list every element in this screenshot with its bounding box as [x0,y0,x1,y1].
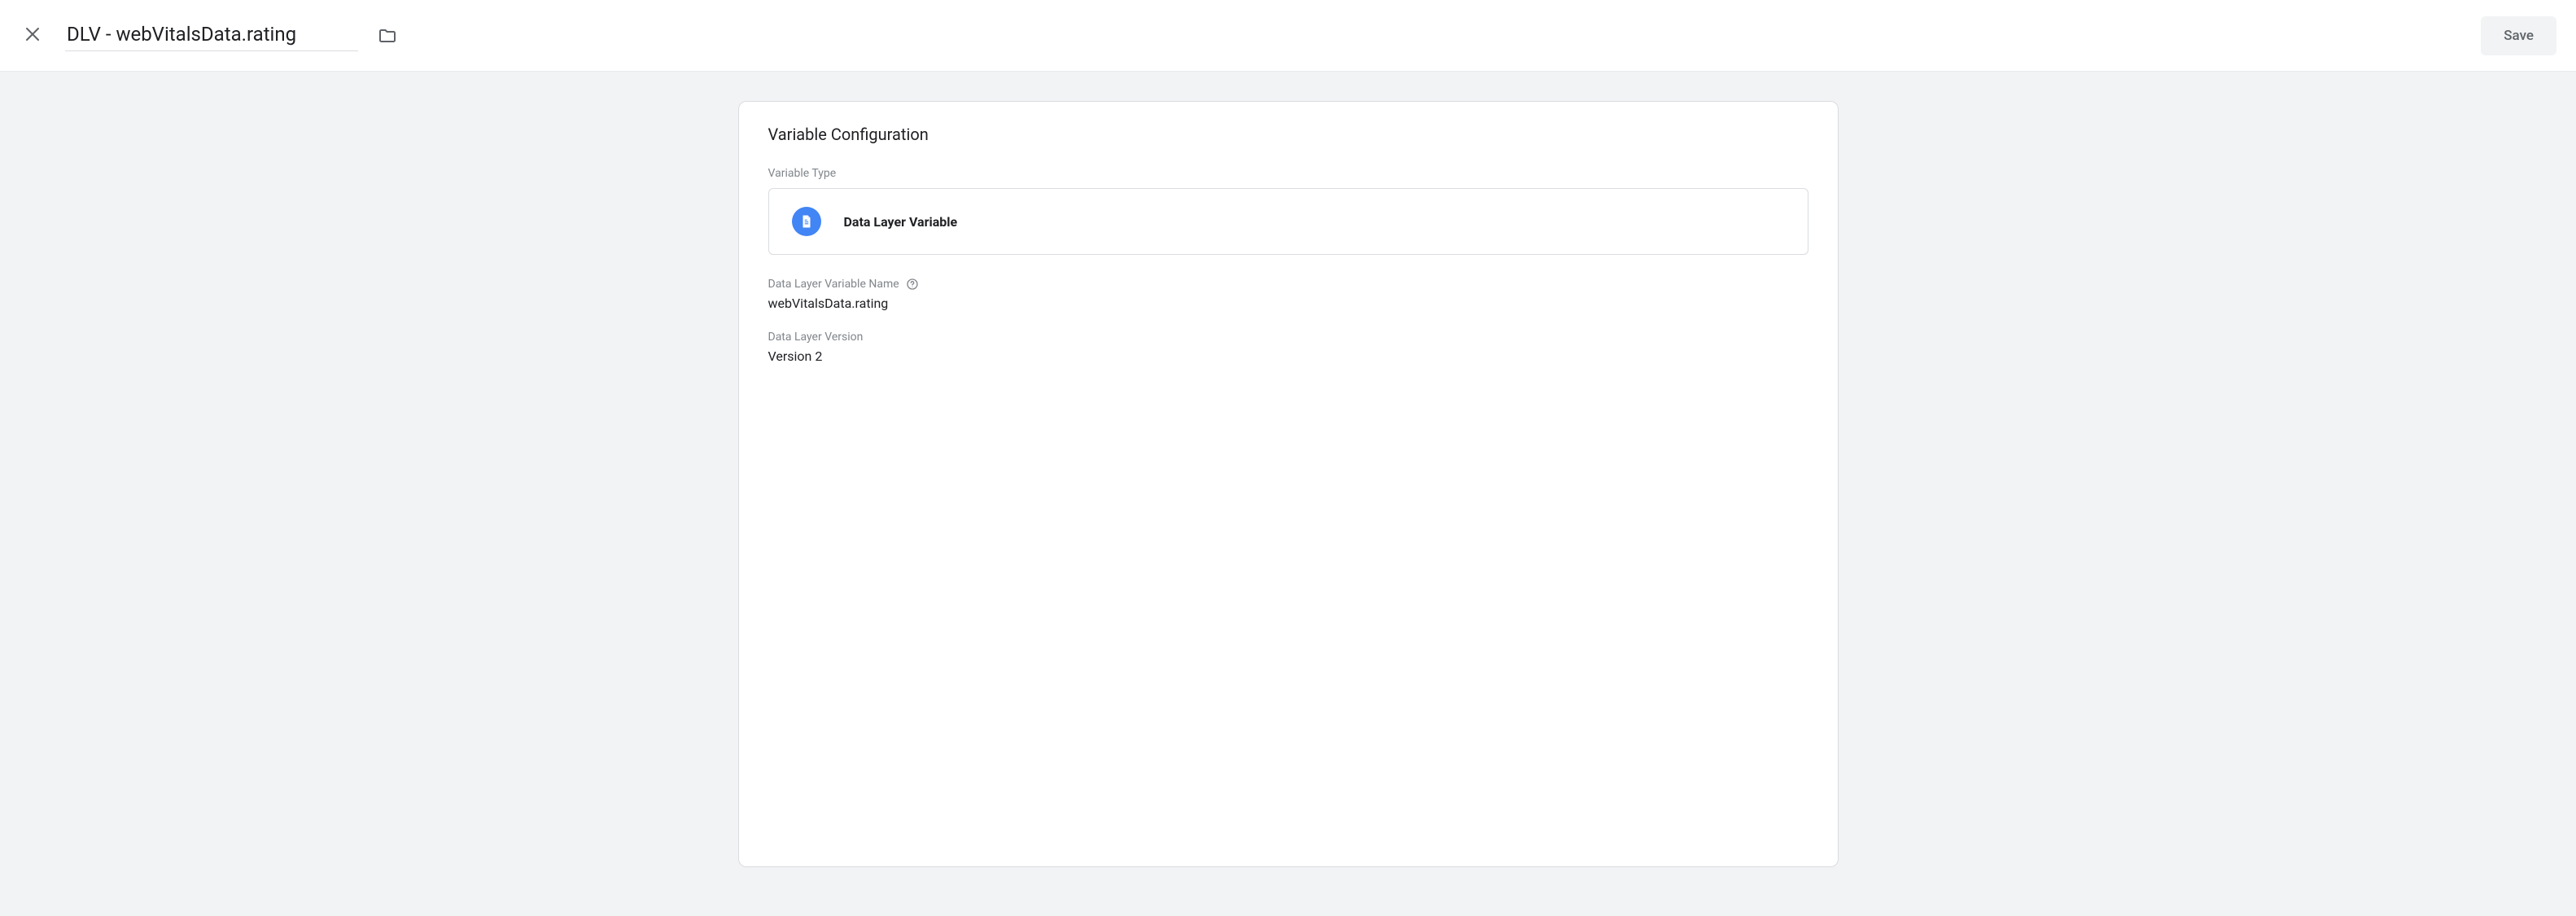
variable-name-input[interactable] [65,20,358,51]
data-layer-version-value: Version 2 [768,348,1808,364]
close-button[interactable] [13,16,52,55]
canvas: Variable Configuration Variable Type Dat… [0,72,2576,916]
title-wrap [65,20,404,52]
data-layer-version-label: Data Layer Version [768,331,1808,344]
variable-config-card: Variable Configuration Variable Type Dat… [738,101,1839,867]
variable-name-value: webVitalsData.rating [768,296,1808,311]
variable-type-selector[interactable]: Data Layer Variable [768,188,1808,255]
top-bar: Save [0,0,2576,72]
document-icon [792,207,821,236]
card-title: Variable Configuration [768,125,1808,144]
help-icon[interactable] [906,278,919,291]
variable-type-value: Data Layer Variable [844,214,958,230]
variable-type-label: Variable Type [768,167,1808,180]
save-button[interactable]: Save [2481,16,2556,55]
folder-icon[interactable] [371,20,404,52]
variable-name-label: Data Layer Variable Name [768,278,899,291]
variable-name-label-row: Data Layer Variable Name [768,278,1808,291]
close-icon [23,24,42,46]
